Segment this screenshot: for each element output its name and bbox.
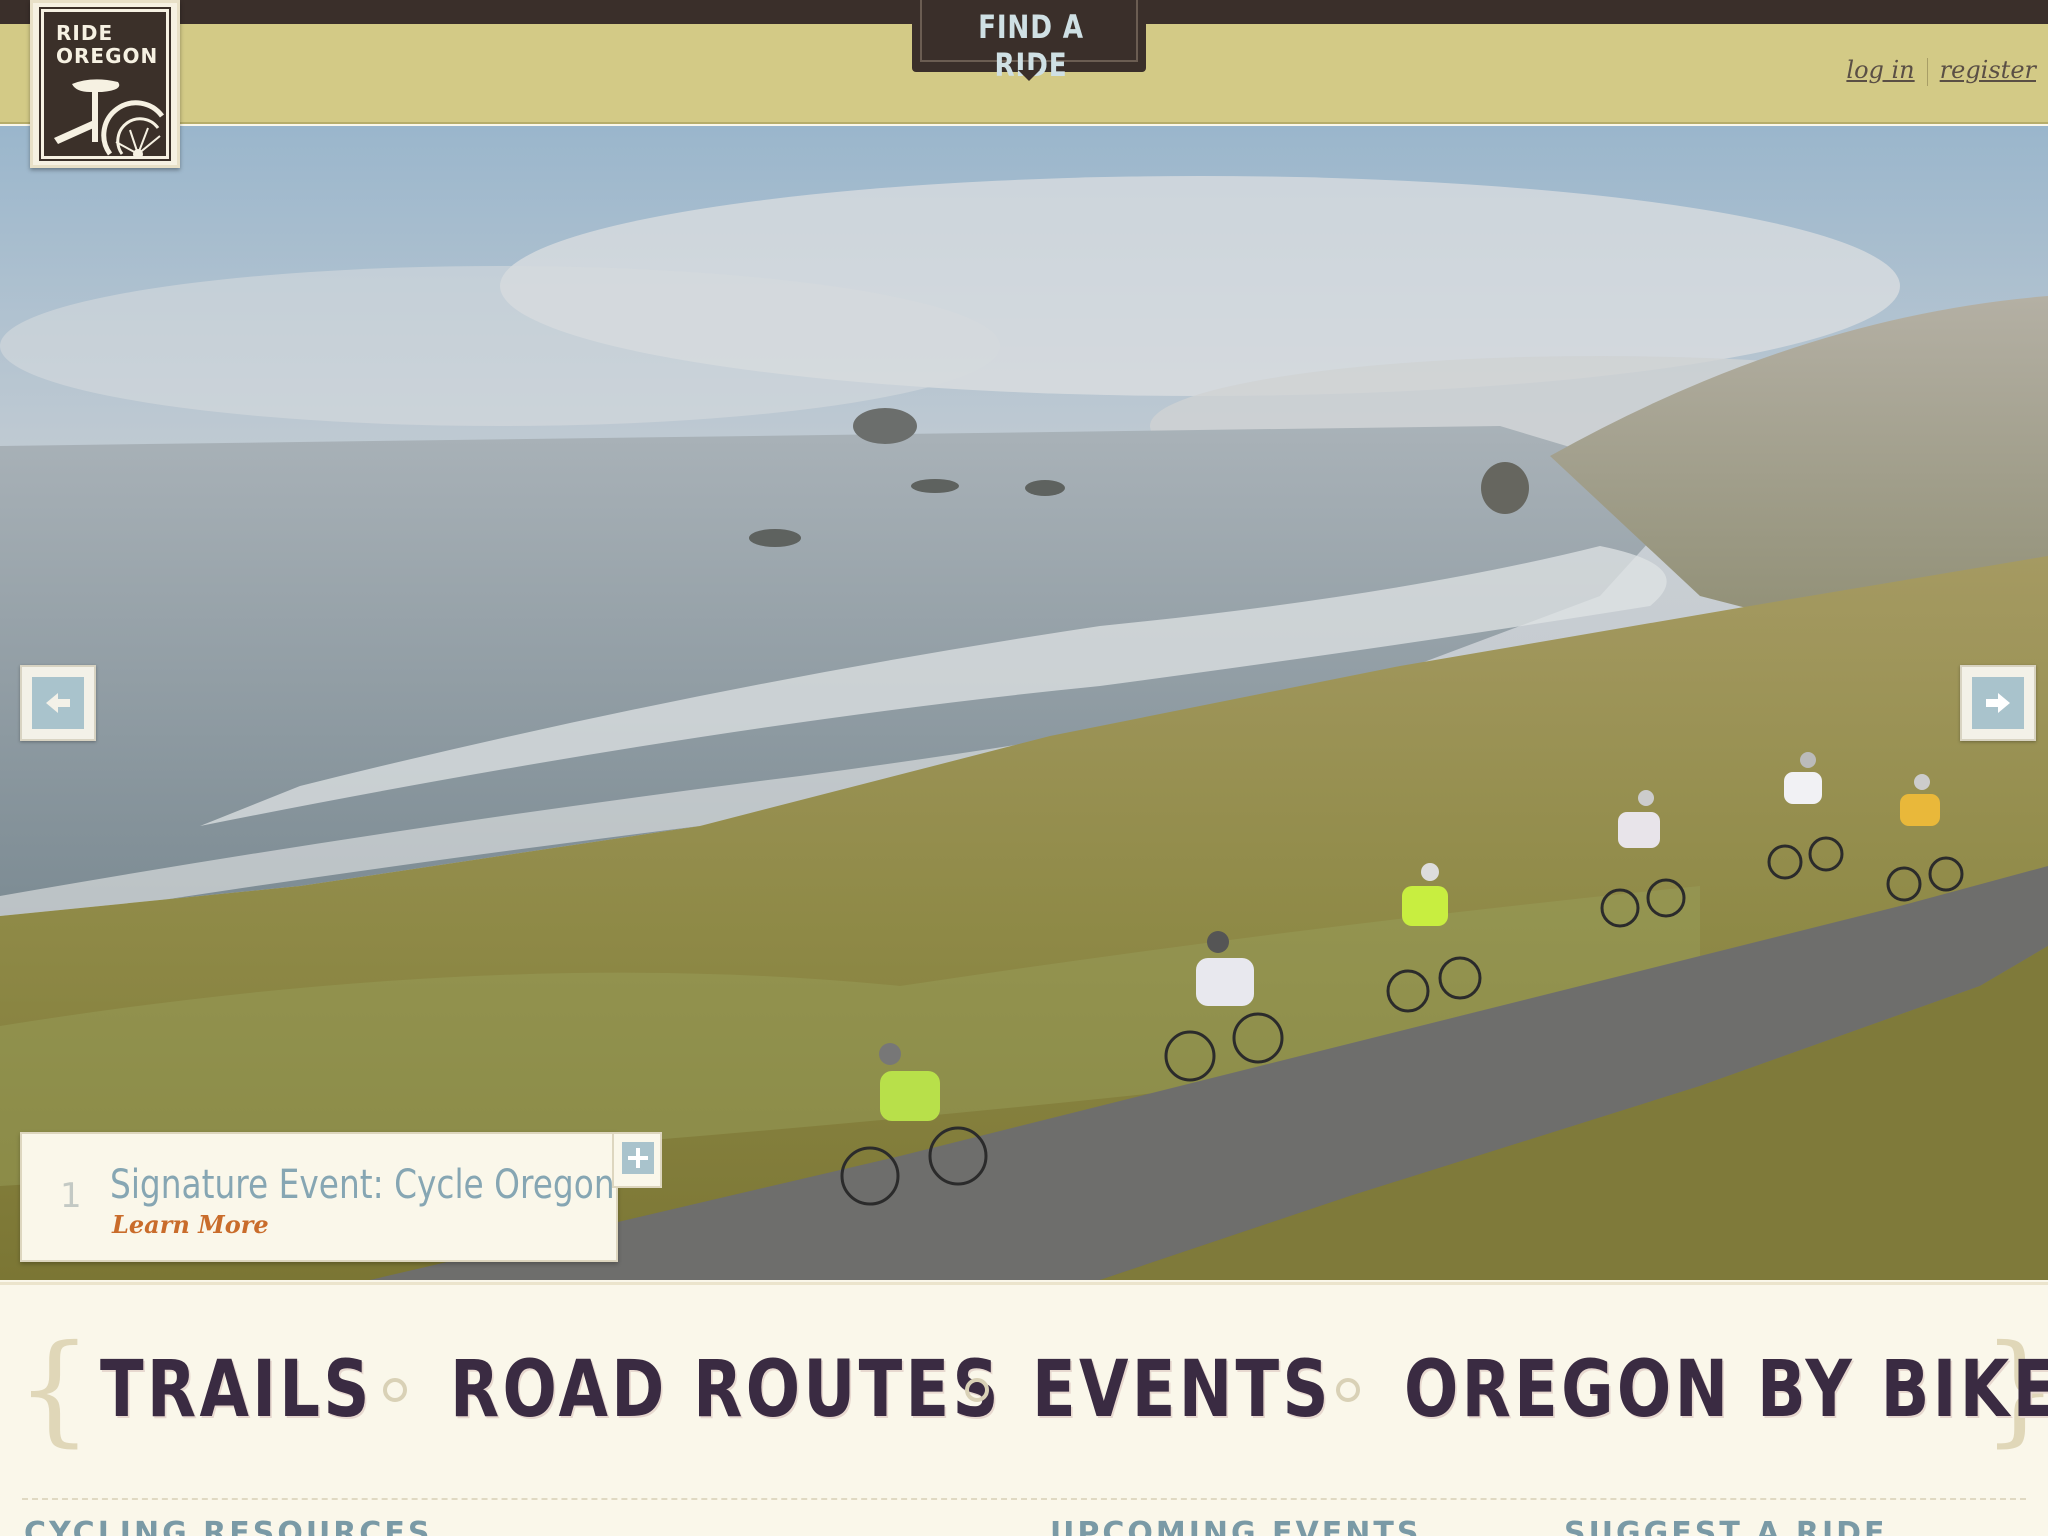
- slider-next-button[interactable]: [1960, 665, 2036, 741]
- find-a-ride-frame: FIND A RIDE: [920, 0, 1138, 84]
- nav-separator-dot: [1336, 1378, 1360, 1402]
- nav-events[interactable]: EVENTS: [1032, 1342, 1332, 1438]
- logo-badge: RIDE OREGON: [39, 7, 171, 161]
- left-brace-ornament: {: [16, 1320, 93, 1459]
- arrow-left-icon: [32, 677, 84, 729]
- nav-road-routes[interactable]: ROAD ROUTES: [450, 1342, 1002, 1438]
- learn-more-link[interactable]: Learn More: [112, 1210, 269, 1239]
- logo-line-2: OREGON: [56, 44, 159, 68]
- section-divider: [22, 1498, 2026, 1500]
- nav-separator-dot: [965, 1378, 989, 1402]
- nav-trails[interactable]: TRAILS: [100, 1342, 373, 1438]
- auth-divider: [1926, 57, 1928, 86]
- section-heading-suggest-a-ride: SUGGEST A RIDE: [1564, 1516, 1888, 1536]
- slider-prev-button[interactable]: [20, 665, 96, 741]
- plus-icon: [622, 1142, 654, 1174]
- find-a-ride-tab[interactable]: FIND A RIDE: [912, 0, 1146, 84]
- coast-cyclists-photo: [0, 126, 2048, 1280]
- expand-caption-button[interactable]: [612, 1132, 662, 1188]
- login-link[interactable]: log in: [1846, 56, 1914, 84]
- nav-separator-dot: [383, 1378, 407, 1402]
- slide-number: 1: [60, 1176, 82, 1216]
- hero-slider[interactable]: [0, 126, 2048, 1280]
- arrow-right-icon: [1972, 677, 2024, 729]
- slide-caption: 1 Signature Event: Cycle Oregon Learn Mo…: [20, 1132, 618, 1262]
- bicycle-icon: [54, 79, 164, 156]
- register-link[interactable]: register: [1940, 56, 2036, 84]
- ride-oregon-logo[interactable]: RIDE OREGON: [30, 0, 180, 168]
- logo-wordmark: RIDE OREGON: [56, 22, 166, 68]
- section-heading-upcoming-events: UPCOMING EVENTS: [1050, 1516, 1422, 1536]
- slide-title[interactable]: Signature Event: Cycle Oregon: [110, 1162, 615, 1208]
- section-heading-cycling-resources: CYCLING RESOURCES: [24, 1516, 433, 1536]
- auth-links: log in register: [1846, 56, 2036, 86]
- nav-oregon-by-bike[interactable]: OREGON BY BIKE: [1404, 1342, 2048, 1438]
- caret-down-icon: [1018, 70, 1040, 81]
- logo-line-1: RIDE: [56, 21, 114, 45]
